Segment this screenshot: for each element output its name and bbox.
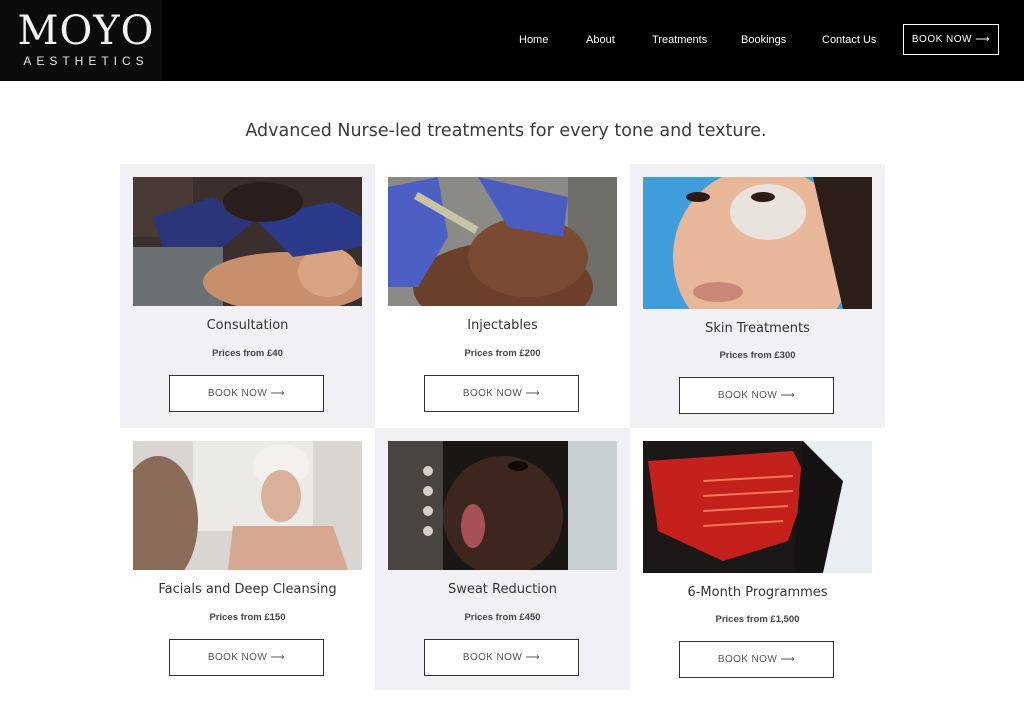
treatment-card-sweat-reduction: Sweat Reduction Prices from £450 BOOK NO… — [375, 428, 630, 690]
treatment-card-facials: Facials and Deep Cleansing Prices from £… — [120, 428, 375, 690]
logo-wordmark: MOYO — [17, 8, 155, 54]
nav-about[interactable]: About — [586, 34, 615, 46]
card-title: Injectables — [467, 318, 538, 333]
nav-bookings[interactable]: Bookings — [741, 34, 786, 46]
injectables-photo — [388, 177, 617, 306]
sweat-reduction-book-now-button[interactable]: BOOK NOW ⟶ — [424, 639, 579, 676]
card-price: Prices from £1,500 — [715, 614, 800, 625]
card-price: Prices from £150 — [209, 612, 286, 623]
programmes-photo — [643, 441, 872, 573]
skin-treatments-book-now-button[interactable]: BOOK NOW ⟶ — [679, 377, 834, 414]
injectables-book-now-button[interactable]: BOOK NOW ⟶ — [424, 375, 579, 412]
consultation-book-now-button[interactable]: BOOK NOW ⟶ — [169, 375, 324, 412]
card-title: Consultation — [206, 318, 289, 333]
site-header: MOYO AESTHETICS Home About Treatments Bo… — [0, 0, 1024, 81]
nav-treatments[interactable]: Treatments — [652, 34, 707, 46]
programmes-book-now-button[interactable]: BOOK NOW ⟶ — [679, 641, 834, 678]
treatment-card-injectables: Injectables Prices from £200 BOOK NOW ⟶ — [375, 164, 630, 428]
card-title: Skin Treatments — [705, 321, 810, 336]
treatment-card-6-month-programmes: 6-Month Programmes Prices from £1,500 BO… — [630, 428, 885, 690]
card-title: Sweat Reduction — [447, 582, 558, 597]
logo[interactable]: MOYO AESTHETICS — [0, 0, 162, 81]
card-price: Prices from £200 — [464, 348, 541, 359]
header-book-now-button[interactable]: BOOK NOW ⟶ — [903, 24, 999, 55]
page-headline: Advanced Nurse-led treatments for every … — [245, 121, 767, 141]
card-title: Facials and Deep Cleansing — [158, 582, 337, 597]
facials-photo — [133, 441, 362, 570]
logo-subtitle: AESTHETICS — [23, 54, 149, 68]
nav-contact-us[interactable]: Contact Us — [822, 34, 876, 46]
card-price: Prices from £300 — [719, 350, 796, 361]
nav-home[interactable]: Home — [519, 34, 548, 46]
card-price: Prices from £450 — [464, 612, 541, 623]
treatment-card-skin-treatments: Skin Treatments Prices from £300 BOOK NO… — [630, 164, 885, 428]
facials-book-now-button[interactable]: BOOK NOW ⟶ — [169, 639, 324, 676]
sweat-reduction-photo — [388, 441, 617, 570]
consultation-photo — [133, 177, 362, 306]
card-title: 6-Month Programmes — [687, 585, 828, 600]
treatment-card-consultation: Consultation Prices from £40 BOOK NOW ⟶ — [120, 164, 375, 428]
skin-treatments-photo — [643, 177, 872, 309]
card-price: Prices from £40 — [212, 348, 283, 359]
